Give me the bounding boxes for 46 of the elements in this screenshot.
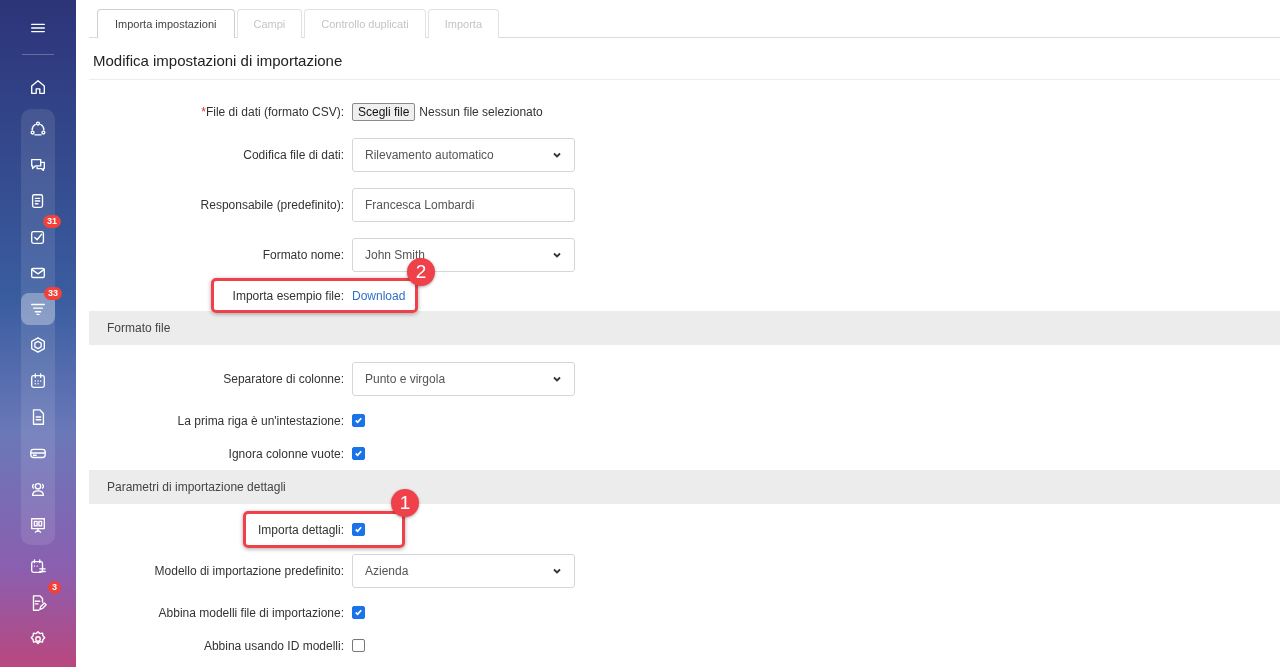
hexagon-icon — [29, 335, 47, 354]
checkbox[interactable] — [352, 606, 365, 619]
field-label: Abbina usando ID modelli: — [203, 638, 344, 653]
file-status: Nessun file selezionato — [419, 105, 543, 119]
notification-badge: 3 — [48, 580, 61, 594]
checkmark-icon — [354, 416, 363, 425]
dropdown[interactable]: Rilevamento automatico — [352, 138, 575, 172]
field-label: Separatore di colonne: — [223, 372, 344, 386]
field-label: Formato nome: — [262, 248, 344, 262]
calendar-icon — [29, 371, 47, 390]
orbit-icon — [29, 119, 47, 138]
choose-file-button[interactable]: Scegli file — [352, 103, 416, 121]
field-label: Responsabile (predefinito): — [200, 198, 344, 212]
notification-badge: 31 — [43, 214, 61, 228]
chevron-down-icon — [552, 250, 562, 260]
step-badge: 2 — [407, 258, 435, 286]
field-label: Ignora colonne vuote: — [228, 446, 344, 461]
field-label: Codifica file di dati: — [243, 148, 344, 162]
notification-badge: 33 — [44, 286, 62, 300]
home-icon — [29, 77, 47, 96]
download-link[interactable]: Download — [352, 288, 406, 303]
checkmark-icon — [354, 449, 363, 458]
field-label: Importa esempio file: — [232, 288, 344, 303]
field-label: La prima riga è un'intestazione: — [177, 413, 344, 428]
field-label: Modello di importazione predefinito: — [154, 564, 344, 578]
presentation-icon — [29, 515, 47, 534]
step-badge: 1 — [391, 489, 419, 517]
chevron-down-icon — [552, 150, 562, 160]
schedule-icon — [29, 557, 47, 576]
chevron-down-icon — [552, 374, 562, 384]
checkbox[interactable] — [352, 639, 365, 652]
checkbox[interactable] — [352, 523, 365, 536]
checkbox[interactable] — [352, 447, 365, 460]
field-label: Importa dettagli: — [257, 522, 344, 537]
page-title: Modifica impostazioni di importazione — [89, 38, 1280, 80]
checkmark-icon — [354, 525, 363, 534]
dropdown[interactable]: Punto e virgola — [352, 362, 575, 396]
text-field[interactable]: Francesca Lombardi — [352, 188, 575, 222]
checkbox[interactable] — [352, 414, 365, 427]
checkmark-icon — [354, 608, 363, 617]
chevron-down-icon — [552, 566, 562, 576]
field-label: Abbina modelli file di importazione: — [158, 605, 344, 620]
field-label: *File di dati (formato CSV): — [201, 105, 344, 119]
tab[interactable]: Importa impostazioni — [97, 9, 235, 38]
dropdown[interactable]: Azienda — [352, 554, 575, 588]
section-header: Formato file — [89, 311, 1280, 345]
